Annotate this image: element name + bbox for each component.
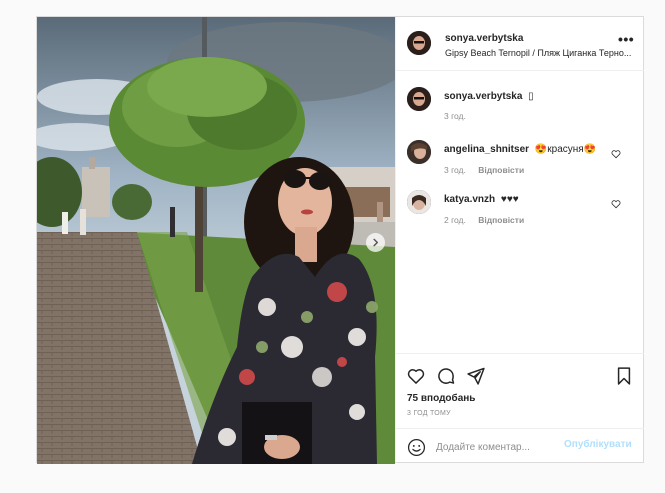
- comment-input[interactable]: [436, 438, 560, 456]
- avatar-image: [407, 140, 431, 164]
- author-avatar[interactable]: [407, 31, 431, 55]
- comment-body: ♥♥♥: [500, 194, 519, 205]
- comment-time[interactable]: 3 год.: [444, 165, 466, 175]
- publish-button[interactable]: Опублікувати: [564, 439, 632, 450]
- heart-icon[interactable]: [611, 149, 621, 159]
- commenter-avatar[interactable]: [407, 190, 431, 214]
- comment-meta: 2 год. Відповісти: [444, 215, 534, 225]
- post-time[interactable]: 3 ГОД ТОМУ: [407, 410, 451, 417]
- comment-username[interactable]: angelina_shnitser: [444, 144, 529, 155]
- comment-text: angelina_shnitser 😍красуня😍: [444, 144, 596, 155]
- caption-meta: 3 год.: [444, 111, 476, 121]
- comment-username[interactable]: katya.vnzh: [444, 194, 495, 205]
- comment-body: 😍красуня😍: [534, 144, 597, 155]
- heart-icon[interactable]: [406, 366, 426, 386]
- post-side-panel: sonya.verbytska Gipsy Beach Ternopil / П…: [395, 17, 644, 462]
- post-location[interactable]: Gipsy Beach Ternopil / Пляж Циганка Терн…: [445, 48, 631, 58]
- comment-row: angelina_shnitser 😍красуня😍 3 год. Відпо…: [396, 128, 644, 178]
- reply-button[interactable]: Відповісти: [478, 215, 524, 225]
- likes-count[interactable]: 75 вподобань: [407, 393, 475, 404]
- avatar-image: [407, 190, 431, 214]
- caption-body: ▯: [528, 91, 534, 102]
- caption-username[interactable]: sonya.verbytska: [444, 91, 522, 102]
- caption-row: sonya.verbytska ▯ 3 год.: [396, 70, 644, 128]
- author-username[interactable]: sonya.verbytska: [445, 33, 523, 44]
- chevron-right-icon: [373, 238, 379, 247]
- photo-illustration: [37, 17, 395, 464]
- comment-icon[interactable]: [436, 366, 456, 386]
- avatar-image: [407, 87, 431, 111]
- commenter-avatar[interactable]: [407, 140, 431, 164]
- post-header: sonya.verbytska Gipsy Beach Ternopil / П…: [396, 17, 644, 71]
- reply-button[interactable]: Відповісти: [478, 165, 524, 175]
- more-options-icon[interactable]: •••: [618, 31, 634, 47]
- comment-text: katya.vnzh ♥♥♥: [444, 194, 519, 205]
- share-icon[interactable]: [466, 366, 486, 386]
- avatar-image: [407, 31, 431, 55]
- caption-avatar[interactable]: [407, 87, 431, 111]
- comment-time[interactable]: 2 год.: [444, 215, 466, 225]
- emoji-icon[interactable]: [407, 438, 426, 457]
- comment-row: katya.vnzh ♥♥♥ 2 год. Відповісти: [396, 178, 644, 228]
- post-actions: 75 вподобань 3 ГОД ТОМУ Опублікувати: [396, 353, 644, 465]
- caption-text: sonya.verbytska ▯: [444, 91, 534, 102]
- post-card: sonya.verbytska Gipsy Beach Ternopil / П…: [36, 16, 644, 464]
- comment-meta: 3 год. Відповісти: [444, 165, 534, 175]
- post-photo[interactable]: [37, 17, 395, 464]
- bookmark-icon[interactable]: [614, 366, 634, 386]
- heart-icon[interactable]: [611, 199, 621, 209]
- add-comment-bar: Опублікувати: [396, 428, 644, 465]
- next-photo-button[interactable]: [366, 233, 385, 252]
- caption-time[interactable]: 3 год.: [444, 111, 466, 121]
